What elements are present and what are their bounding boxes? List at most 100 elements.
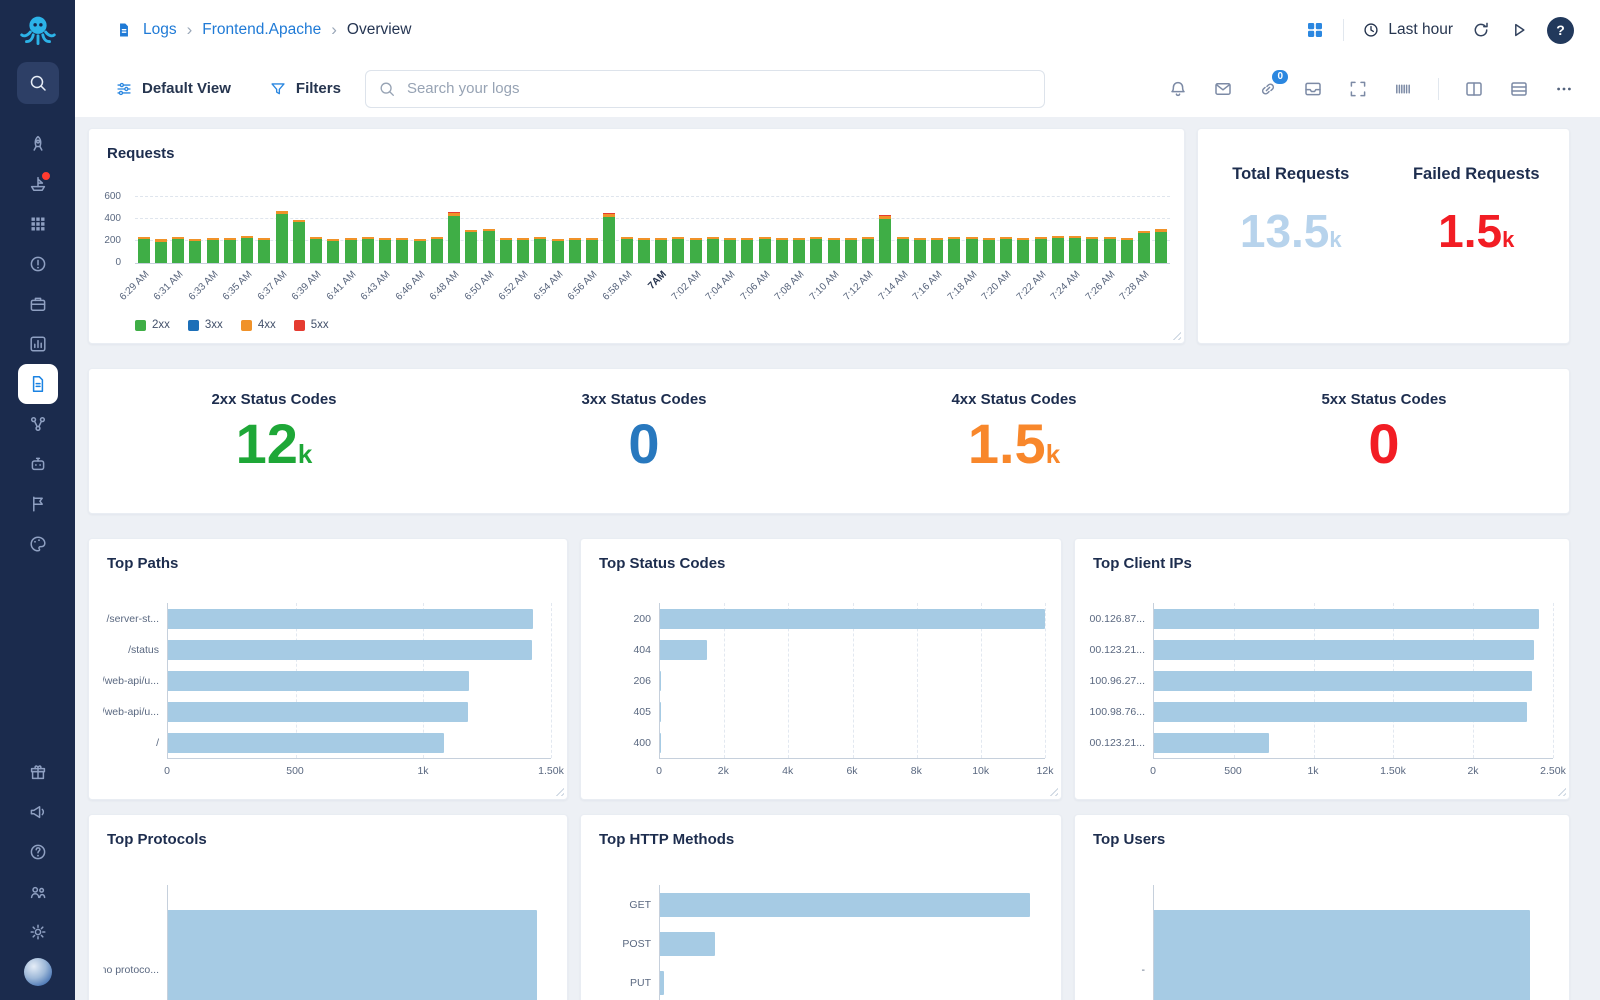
bar-segment-2xx xyxy=(1000,239,1013,263)
breadcrumb-application[interactable]: Frontend.Apache xyxy=(202,21,321,39)
stacked-bar xyxy=(275,210,288,263)
resize-handle[interactable] xyxy=(1049,787,1058,796)
console-icon[interactable] xyxy=(1303,79,1323,99)
x-tick-label: 0 xyxy=(164,765,170,777)
apps-grid-icon[interactable] xyxy=(1305,20,1325,40)
bar-row xyxy=(1154,727,1553,758)
sidebar-item-rocket[interactable] xyxy=(18,124,58,164)
legend-swatch xyxy=(293,319,305,331)
sidebar-item-announcements[interactable] xyxy=(18,792,58,832)
more-options-icon[interactable] xyxy=(1554,79,1574,99)
resize-handle[interactable] xyxy=(555,787,564,796)
bar-slot xyxy=(756,197,773,263)
bar-segment-2xx xyxy=(206,239,219,263)
table-view-icon[interactable] xyxy=(1509,79,1529,99)
bar-segment-2xx xyxy=(1138,232,1151,263)
sidebar-item-themes[interactable] xyxy=(18,524,58,564)
bar xyxy=(660,931,716,956)
sidebar-item-alerts[interactable] xyxy=(18,244,58,284)
resize-handle[interactable] xyxy=(1557,787,1566,796)
bar-segment-2xx xyxy=(568,239,581,263)
legend-item-3xx[interactable]: 3xx xyxy=(187,319,223,331)
sidebar-item-logs[interactable] xyxy=(17,364,58,404)
bar-segment-2xx xyxy=(931,239,944,263)
bar-slot xyxy=(1153,197,1170,263)
bar-segment-2xx xyxy=(189,241,202,263)
density-icon[interactable] xyxy=(1393,79,1413,99)
announcements-icon xyxy=(28,802,48,822)
split-view-icon[interactable] xyxy=(1464,79,1484,99)
email-icon[interactable] xyxy=(1213,79,1233,99)
stacked-bar xyxy=(982,237,995,263)
stacked-bar xyxy=(689,237,702,263)
filters-button[interactable]: Filters xyxy=(269,80,341,98)
legend-item-2xx[interactable]: 2xx xyxy=(135,319,170,331)
dashboard-content: Requests 0 200 400 600 6:29 AM 6:31 AM 6:33 A… xyxy=(75,117,1600,1000)
sidebar-item-dashboards[interactable] xyxy=(18,204,58,244)
sidebar-item-flags[interactable] xyxy=(18,484,58,524)
plot-column: 0 2k 4k 6k 8k 10k 12k xyxy=(656,603,1053,781)
bar-segment-2xx xyxy=(448,215,461,263)
x-axis-label: 6:50 AM xyxy=(462,269,497,303)
sidebar-item-settings[interactable] xyxy=(18,912,58,952)
bar-slot xyxy=(1101,197,1118,263)
y-axis-label: 200 xyxy=(104,235,121,246)
search-icon xyxy=(28,73,48,93)
sidebar-item-gift[interactable] xyxy=(18,752,58,792)
status-card-4xx: 4xx Status Codes 1.5k xyxy=(829,369,1199,513)
sidebar-item-automation[interactable] xyxy=(18,444,58,484)
bar-segment-2xx xyxy=(258,239,271,263)
bar-slot xyxy=(998,197,1015,263)
sidebar-search-button[interactable] xyxy=(16,62,59,104)
sidebar-item-insights[interactable] xyxy=(18,324,58,364)
resize-handle[interactable] xyxy=(1172,331,1181,340)
stacked-bar xyxy=(620,237,633,263)
sidebar-item-tracing[interactable] xyxy=(18,404,58,444)
logs-doc-icon xyxy=(115,21,133,39)
stacked-bar xyxy=(862,237,875,263)
legend-item-5xx[interactable]: 5xx xyxy=(293,319,329,331)
time-range-selector[interactable]: Last hour xyxy=(1362,21,1453,39)
x-tick-label: 0 xyxy=(1150,765,1156,777)
sidebar-item-integrations[interactable] xyxy=(18,284,58,324)
bar-segment-2xx xyxy=(551,241,564,263)
bar xyxy=(660,670,661,691)
category-label: 100.126.87... xyxy=(1089,612,1145,625)
bars-area xyxy=(167,885,551,1000)
sidebar-item-help[interactable] xyxy=(18,832,58,872)
default-view-selector[interactable]: Default View xyxy=(115,80,231,98)
breadcrumb-separator: › xyxy=(331,20,337,39)
x-axis-label: 7AM xyxy=(646,269,670,292)
sidebar-item-livetail[interactable] xyxy=(18,164,58,204)
plot-column xyxy=(659,885,1045,1000)
top-status-codes-panel: Top Status Codes 200 404 206 405 400 0 2k 4k 6k 8… xyxy=(580,538,1062,800)
notification-dot xyxy=(39,170,52,182)
play-icon[interactable] xyxy=(1509,20,1529,40)
x-axis-label: 7:26 AM xyxy=(1083,269,1118,303)
legend-item-4xx[interactable]: 4xx xyxy=(240,319,276,331)
bar-slot xyxy=(256,197,273,263)
bar-row xyxy=(660,665,1045,696)
bar-slot xyxy=(825,197,842,263)
coralogix-logo[interactable] xyxy=(14,8,62,56)
time-range-label: Last hour xyxy=(1388,21,1453,38)
bar-segment-2xx xyxy=(724,240,737,263)
requests-chart xyxy=(135,196,1170,264)
sidebar-item-community[interactable] xyxy=(18,872,58,912)
bar-row xyxy=(1154,665,1553,696)
bar-slot xyxy=(894,197,911,263)
share-link-button[interactable]: 0 xyxy=(1258,69,1288,99)
y-axis-label: 400 xyxy=(104,213,121,224)
stacked-bar xyxy=(1017,237,1030,263)
log-search[interactable] xyxy=(364,69,1045,108)
fullscreen-icon[interactable] xyxy=(1348,79,1368,99)
totals-panel: Total Requests 13.5k Failed Requests 1.5… xyxy=(1197,128,1570,344)
help-button[interactable]: ? xyxy=(1547,16,1574,44)
sidebar-item-avatar[interactable] xyxy=(18,952,58,992)
alerts-bell-icon[interactable] xyxy=(1168,79,1188,99)
search-input[interactable] xyxy=(404,79,1032,98)
y-axis: 0 200 400 600 xyxy=(89,191,129,268)
refresh-icon[interactable] xyxy=(1471,20,1491,40)
stacked-bar xyxy=(741,237,754,263)
breadcrumb-logs[interactable]: Logs xyxy=(143,21,177,39)
